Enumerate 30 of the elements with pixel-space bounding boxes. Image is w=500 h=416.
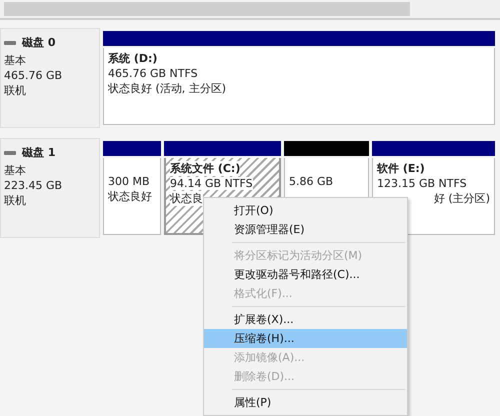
scrollbar-thumb[interactable]: [4, 2, 410, 16]
disk-type: 基本: [4, 163, 27, 178]
disk-name: 磁盘 0: [22, 35, 56, 50]
menu-item[interactable]: 更改驱动器号和路径(C)...: [204, 265, 407, 284]
volume-size: 465.76 GB NTFS: [108, 67, 198, 80]
volume-status: 状态良好: [108, 189, 152, 204]
menu-item[interactable]: 压缩卷(H)...: [204, 329, 407, 348]
volume-status: 状态良好 (活动, 主分区): [108, 81, 226, 96]
volume-label: 系统 (D:): [108, 51, 158, 66]
disk-size: 223.45 GB: [4, 179, 64, 192]
volume-size: 5.86 GB: [289, 175, 334, 188]
volume-label: 系统文件 (C:): [170, 161, 240, 176]
volume-block[interactable]: 系统 (D:) 465.76 GB NTFS 状态良好 (活动, 主分区): [103, 48, 495, 125]
disk-type: 基本: [4, 53, 27, 68]
disk-status: 联机: [4, 83, 27, 98]
volume-size: 300 MB: [108, 175, 150, 188]
disk-status: 联机: [4, 193, 27, 208]
volume-status: 好 (主分区): [434, 191, 490, 206]
menu-item[interactable]: 属性(P): [204, 393, 407, 412]
disk-name: 磁盘 1: [22, 145, 56, 160]
volume-label: 软件 (E:): [377, 161, 425, 176]
volume-header-bar: [103, 141, 161, 156]
volume-block[interactable]: 300 MB 状态良好: [103, 158, 161, 235]
disk-info-panel[interactable]: 磁盘 1 基本 223.45 GB 联机: [0, 138, 100, 238]
menu-item[interactable]: 扩展卷(X)...: [204, 310, 407, 329]
volume-size: 123.15 GB NTFS: [377, 177, 467, 190]
volume-status: 状态良: [170, 191, 203, 206]
disk-size: 465.76 GB: [4, 69, 64, 82]
disk-info-panel[interactable]: 磁盘 0 基本 465.76 GB 联机: [0, 28, 100, 128]
volume-size: 94.14 GB NTFS: [170, 177, 253, 190]
